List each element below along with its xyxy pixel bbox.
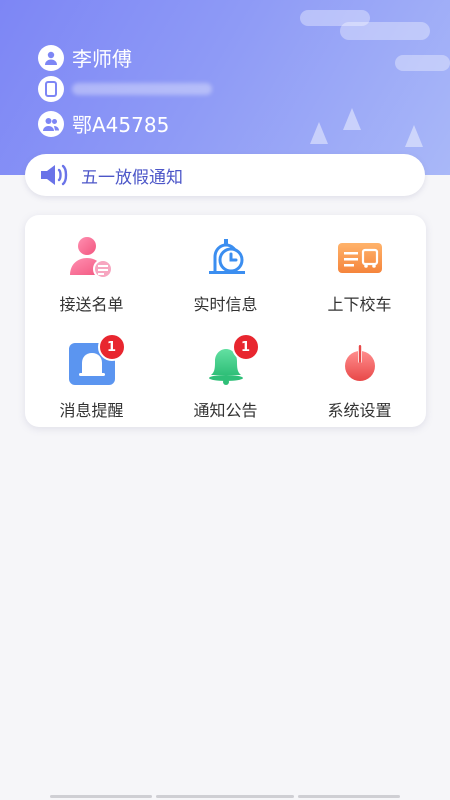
notice-text: 五一放假通知 [81, 167, 183, 188]
menu-label: 消息提醒 [59, 401, 124, 420]
tree-decoration [310, 122, 328, 144]
menu-board-bus[interactable]: 上下校车 [293, 215, 426, 315]
header-banner: 李师傅 鄂A45785 [0, 0, 450, 175]
notice-bar[interactable]: 五一放假通知 [25, 154, 425, 196]
driver-name: 李师傅 [72, 47, 132, 71]
speaker-icon [39, 162, 73, 188]
unread-badge: 1 [97, 333, 126, 361]
tree-decoration [343, 108, 361, 130]
menu-label: 上下校车 [327, 295, 392, 314]
function-grid: 接送名单 实时信息 上下校车 1 消息提醒 1 通知公告 系统设置 [25, 215, 426, 427]
menu-label: 接送名单 [59, 295, 124, 314]
menu-message-reminder[interactable]: 1 消息提醒 [25, 321, 158, 421]
nav-indicator [156, 795, 294, 798]
announcement-bell-icon: 1 [200, 333, 260, 389]
user-icon [38, 44, 64, 71]
plate-row: 鄂A45785 [38, 109, 169, 138]
group-users-icon [38, 110, 64, 137]
cloud-decoration [340, 22, 430, 40]
cloud-decoration [395, 55, 450, 71]
menu-pickup-list[interactable]: 接送名单 [25, 215, 158, 315]
nav-indicator [298, 795, 400, 798]
phone-icon [38, 76, 64, 102]
menu-label: 通知公告 [193, 401, 258, 420]
menu-system-settings[interactable]: 系统设置 [293, 321, 426, 421]
menu-announcement[interactable]: 1 通知公告 [159, 321, 292, 421]
menu-label: 系统设置 [327, 401, 392, 420]
message-bell-icon: 1 [66, 333, 126, 389]
license-plate: 鄂A45785 [72, 113, 170, 137]
bus-card-icon [334, 233, 386, 283]
tree-decoration [405, 125, 423, 147]
power-settings-icon [334, 339, 386, 389]
pickup-list-icon [66, 233, 118, 283]
menu-realtime-info[interactable]: 实时信息 [159, 215, 292, 315]
driver-name-row: 李师傅 [38, 43, 132, 72]
unread-badge: 1 [231, 333, 260, 361]
phone-row [38, 76, 212, 102]
menu-label: 实时信息 [193, 295, 258, 314]
phone-number-masked [72, 83, 212, 95]
nav-indicator [50, 795, 152, 798]
realtime-clock-icon [200, 233, 252, 283]
